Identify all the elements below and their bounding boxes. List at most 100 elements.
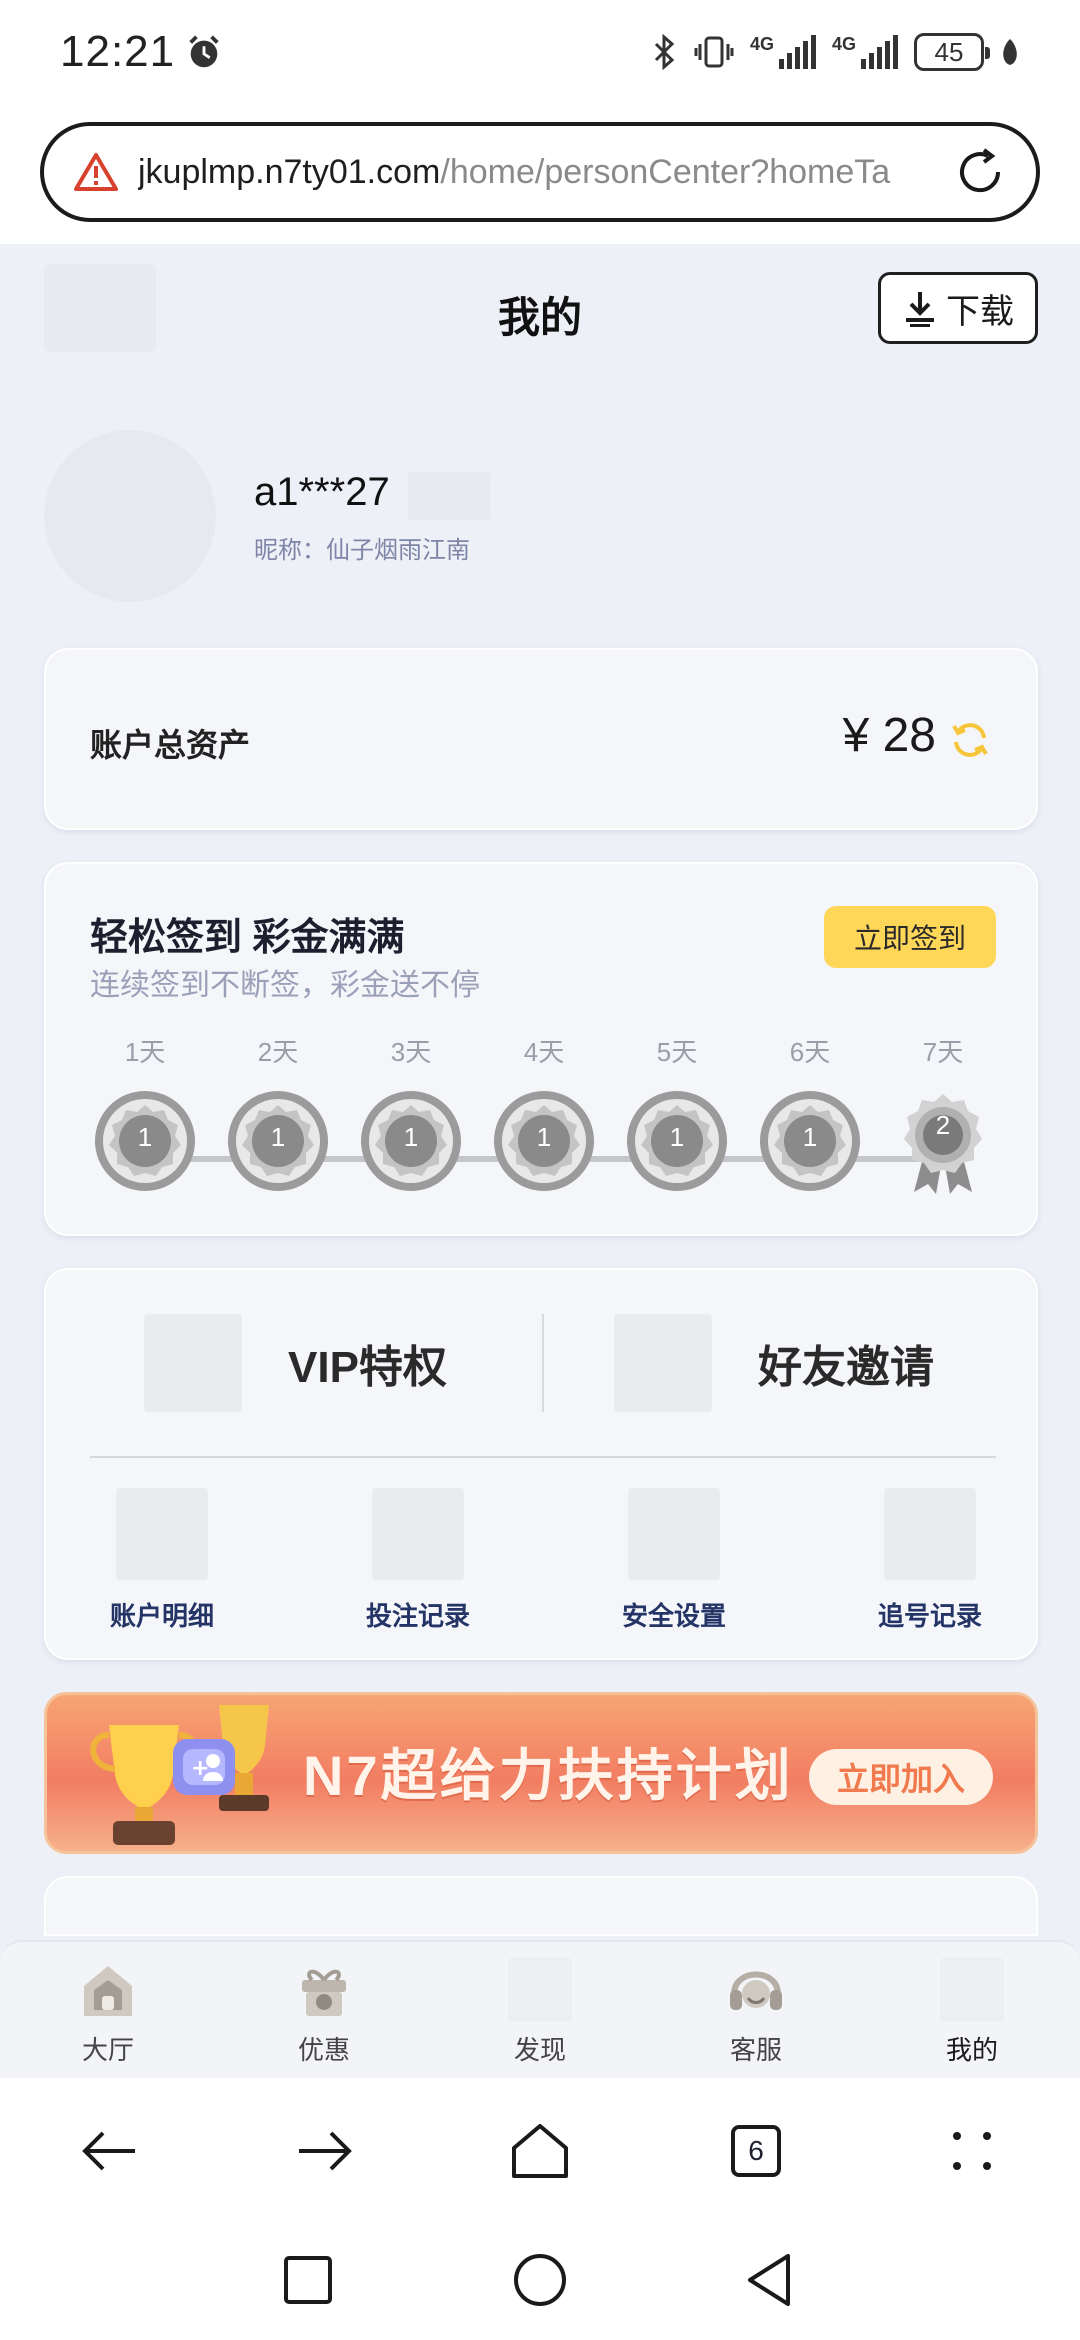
url-text[interactable]: jkuplmp.n7ty01.com/home/personCenter?hom… [138, 153, 938, 192]
reload-icon[interactable] [954, 146, 1006, 198]
headset-icon [730, 1971, 782, 2010]
url-bar[interactable]: jkuplmp.n7ty01.com/home/personCenter?hom… [40, 122, 1040, 222]
home-circle-icon[interactable] [508, 2248, 572, 2312]
forward-button[interactable] [290, 2116, 360, 2186]
signin-subtitle: 连续签到不断签，彩金送不停 [90, 969, 480, 1002]
day-item: 2天 1 [223, 1024, 333, 1194]
menu-item-account-details[interactable]: 账户明细 [82, 1488, 242, 1633]
account-details-icon [116, 1488, 208, 1580]
day-item: 7天 2 [888, 1024, 998, 1194]
invite-label: 好友邀请 [758, 1343, 934, 1392]
bluetooth-icon [654, 34, 675, 70]
day-label: 5天 [656, 1037, 698, 1067]
house-icon [512, 2124, 568, 2178]
reward-badge-icon: 1 [358, 1088, 464, 1194]
site-logo[interactable] [44, 264, 156, 352]
browser-toolbar: 6 [0, 2078, 1080, 2220]
reward-amount: 1 [536, 1122, 552, 1152]
promo-banner[interactable]: + N7超给力扶持计划 立即加入 [44, 1692, 1038, 1854]
tab-count: 6 [731, 2125, 781, 2177]
day-item: 4天 1 [489, 1024, 599, 1194]
discover-icon [508, 1958, 572, 2022]
url-path: /home/personCenter?homeTa [440, 152, 891, 191]
profile-icon [940, 1958, 1004, 2022]
divider [542, 1314, 544, 1412]
tabs-button[interactable]: 6 [721, 2116, 791, 2186]
tab-label: 发现 [513, 2035, 566, 2065]
nickname: 昵称：仙子烟雨江南 [254, 537, 470, 564]
grand-reward-medal-icon: 2 [890, 1088, 996, 1194]
tab-promotions[interactable]: 优惠 [254, 1958, 394, 2067]
system-navigation-bar [0, 2220, 1080, 2340]
refresh-icon[interactable] [948, 718, 992, 762]
avatar[interactable] [44, 430, 216, 602]
download-button[interactable]: 下载 [878, 272, 1038, 344]
day-item: 1天 1 [90, 1024, 200, 1194]
invite-friends-button[interactable]: 好友邀请 [614, 1314, 1014, 1412]
reward-badge-icon: 1 [225, 1088, 331, 1194]
menu-item-bet-records[interactable]: 投注记录 [338, 1488, 498, 1633]
day-label: 2天 [257, 1037, 299, 1067]
day-item: 3天 1 [356, 1024, 466, 1194]
menu-item-security-settings[interactable]: 安全设置 [594, 1488, 754, 1633]
menu-card: VIP特权 好友邀请 账户明细 投注记录 安全设置 追号记录 [44, 1268, 1038, 1660]
chase-records-icon [884, 1488, 976, 1580]
gift-icon [302, 1969, 346, 2016]
profile-section: a1***27 昵称：仙子烟雨江南 [44, 430, 1044, 610]
signal-icon-2: 4G [832, 35, 898, 69]
reward-amount: 2 [935, 1110, 951, 1140]
warning-icon[interactable] [74, 152, 118, 192]
back-button[interactable] [74, 2116, 144, 2186]
menu-item-chase-records[interactable]: 追号记录 [850, 1488, 1010, 1633]
reward-badge-icon: 1 [92, 1088, 198, 1194]
network-label: 4G [749, 34, 774, 54]
signin-title: 轻松签到 彩金满满 [90, 917, 405, 959]
menu-item-label: 追号记录 [877, 1601, 982, 1631]
recent-apps-icon[interactable] [276, 2248, 340, 2312]
day-label: 3天 [390, 1037, 432, 1067]
status-bar: 12:21 4G 4G 45 [0, 0, 1080, 104]
download-label: 下载 [946, 292, 1014, 331]
trophy-icon: + [90, 1705, 269, 1845]
username: a1***27 [254, 470, 390, 514]
back-triangle-icon[interactable] [738, 2248, 802, 2312]
signin-button[interactable]: 立即签到 [824, 906, 996, 968]
day-label: 6天 [789, 1037, 831, 1067]
vip-icon [144, 1314, 242, 1412]
status-time: 12:21 [60, 27, 176, 76]
home-button[interactable] [505, 2116, 575, 2186]
tab-profile[interactable]: 我的 [902, 1958, 1042, 2067]
menu-button[interactable] [937, 2116, 1007, 2186]
bottom-tab-bar: 大厅 优惠 发现 客服 我的 [0, 1940, 1080, 2078]
reward-amount: 1 [403, 1122, 419, 1152]
vibrate-icon [694, 36, 734, 68]
day-label: 4天 [523, 1037, 565, 1067]
next-card-peek [44, 1876, 1038, 1936]
reward-amount: 1 [802, 1122, 818, 1152]
home-icon [84, 1966, 132, 2016]
day-item: 5天 1 [622, 1024, 732, 1194]
banner-join-button[interactable]: 立即加入 [809, 1749, 993, 1805]
tab-label: 我的 [945, 2035, 998, 2065]
security-settings-icon [628, 1488, 720, 1580]
tab-discover[interactable]: 发现 [470, 1958, 610, 2067]
assets-value: ¥ 28 [842, 709, 936, 762]
divider [90, 1456, 996, 1458]
bet-records-icon [372, 1488, 464, 1580]
vip-label: VIP特权 [288, 1343, 447, 1392]
tab-label: 客服 [729, 2035, 782, 2065]
tab-lobby[interactable]: 大厅 [38, 1958, 178, 2067]
reward-badge-icon: 1 [491, 1088, 597, 1194]
tab-customer-service[interactable]: 客服 [686, 1958, 826, 2067]
signin-card: 轻松签到 彩金满满 连续签到不断签，彩金送不停 立即签到 1天 1 2天 1 3… [44, 862, 1038, 1236]
download-icon [906, 292, 934, 327]
battery-level: 45 [934, 36, 964, 67]
vip-privileges-button[interactable]: VIP特权 [144, 1314, 544, 1412]
page-header: 我的 下载 [0, 244, 1080, 384]
reward-amount: 1 [669, 1122, 685, 1152]
reward-amount: 1 [270, 1122, 286, 1152]
assets-label: 账户总资产 [90, 727, 251, 763]
signal-icon-1: 4G [750, 35, 816, 69]
arrow-right-icon [299, 2131, 352, 2171]
reward-badge-icon: 1 [624, 1088, 730, 1194]
